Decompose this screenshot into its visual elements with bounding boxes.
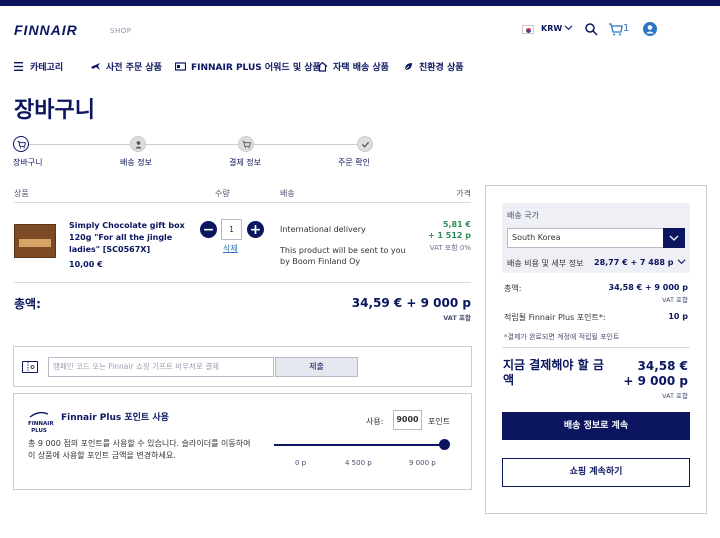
item-price-eur: 5,81 € (442, 220, 471, 229)
house-icon (317, 61, 328, 72)
finnair-plus-description: 총 9 000 점의 포인트를 사용할 수 있습니다. 슬라이더를 이동하여 이… (28, 439, 251, 460)
product-thumbnail[interactable] (14, 224, 56, 258)
col-header-price: 가격 (456, 189, 471, 198)
cart-icon[interactable] (608, 21, 624, 37)
finnair-plus-logo: FINNAIR PLUS (28, 410, 54, 435)
points-earned-label: 적립될 Finnair Plus 포인트*: (504, 313, 606, 322)
chevron-down-icon (669, 235, 679, 241)
divider (14, 202, 471, 203)
continue-to-shipping-button[interactable]: 배송 정보로 계속 (502, 412, 690, 440)
total-value: 34,59 € + 9 000 p (351, 296, 471, 310)
shipping-method: International delivery (280, 225, 366, 234)
step-cart-icon (13, 136, 29, 152)
summary-total-label: 총액: (504, 284, 522, 293)
step-confirm-icon (357, 136, 373, 152)
step-payment-icon (238, 136, 254, 152)
slider-tick-min: 0 p (295, 459, 307, 467)
user-avatar-icon[interactable] (643, 22, 657, 36)
pay-now-eur: 34,58 € (637, 359, 688, 373)
search-icon[interactable] (584, 22, 598, 36)
step-label-payment: 결제 정보 (229, 158, 261, 167)
progress-line (22, 144, 365, 145)
col-header-product: 상품 (14, 189, 29, 198)
step-shipping-icon (130, 136, 146, 152)
pay-now-vat: VAT 포함 (662, 392, 688, 400)
step-label-shipping: 배송 정보 (120, 158, 152, 167)
nav-eco-products[interactable]: 친환경 상품 (403, 60, 464, 73)
korea-flag-icon[interactable] (522, 25, 534, 34)
summary-total-vat: VAT 포함 (662, 296, 688, 304)
nav-preorder[interactable]: 사전 주문 상품 (90, 60, 162, 73)
nav-label: 친환경 상품 (419, 63, 464, 73)
nav-label: 사전 주문 상품 (106, 63, 162, 73)
finnair-logo[interactable]: FINNAIR (14, 22, 78, 38)
points-use-label: 사용: (366, 417, 384, 426)
step-label-cart: 장바구니 (13, 158, 43, 167)
finnair-plus-title: Finnair Plus 포인트 사용 (61, 413, 169, 423)
quantity-input[interactable]: 1 (221, 219, 242, 240)
nav-home-delivery[interactable]: 자택 배송 상품 (317, 60, 389, 73)
divider (502, 347, 690, 348)
divider (14, 282, 471, 283)
nav-finnair-plus[interactable]: FINNAIR PLUS 어워드 및 상품 (175, 60, 321, 73)
nav-label: 카테고리 (30, 63, 64, 73)
points-note: *결제가 완료되면 계정에 적립될 포인트 (504, 333, 620, 341)
leaf-icon (404, 63, 412, 71)
chevron-down-icon[interactable] (564, 23, 573, 34)
country-dropdown-button[interactable] (663, 228, 685, 248)
item-vat: VAT 포함 0% (429, 244, 471, 252)
slider-tick-max: 9 000 p (409, 459, 436, 467)
col-header-quantity: 수량 (215, 189, 230, 198)
chevron-down-icon[interactable] (677, 257, 686, 268)
points-slider-handle[interactable] (439, 439, 450, 450)
continue-shopping-button[interactable]: 쇼핑 계속하기 (502, 458, 690, 487)
shop-label: SHOP (110, 27, 132, 35)
top-brand-bar (0, 0, 720, 6)
summary-total-value: 34,58 € + 9 000 p (608, 283, 689, 292)
col-header-shipping: 배송 (280, 189, 295, 198)
total-label: 총액: (14, 297, 41, 311)
airplane-icon (91, 63, 100, 70)
nav-categories[interactable]: 카테고리 (14, 60, 63, 73)
finnair-plus-logo-text: FINNAIR PLUS (28, 421, 54, 434)
points-unit-label: 포인트 (428, 417, 451, 426)
promo-code-input[interactable]: 캠페인 코드 또는 Finnair 쇼핑 기프트 바우처로 결제 (48, 357, 274, 377)
pay-now-label: 지금 결제해야 할 금액 (503, 358, 604, 387)
quantity-increase-button[interactable]: + (247, 221, 264, 238)
country-select[interactable]: South Korea (507, 228, 685, 248)
points-slider-track[interactable] (274, 444, 449, 446)
step-label-confirm: 주문 확인 (338, 158, 370, 167)
cart-count[interactable]: 1 (623, 23, 629, 34)
submit-promo-button[interactable]: 제출 (275, 357, 358, 377)
total-vat: VAT 포함 (443, 314, 471, 322)
points-earned-value: 10 p (668, 312, 688, 321)
card-icon (175, 62, 186, 71)
quantity-decrease-button[interactable]: − (200, 221, 217, 238)
nav-label: 자택 배송 상품 (333, 63, 389, 73)
voucher-icon (22, 361, 38, 373)
pay-now-points: + 9 000 p (623, 374, 688, 388)
points-use-input[interactable]: 9000 (393, 410, 422, 430)
delete-item-link[interactable]: 삭제 (223, 243, 238, 254)
page-title: 장바구니 (14, 98, 95, 123)
shipping-cost-value: 28,77 € + 7 488 p (594, 258, 674, 267)
currency-selector[interactable]: KRW (541, 24, 562, 33)
menu-icon (14, 62, 23, 71)
shipping-note: This product will be sent to you by Boom… (280, 246, 406, 266)
product-unit-price: 10,00 € (69, 260, 103, 269)
country-label: 배송 국가 (507, 211, 539, 220)
nav-label: FINNAIR PLUS 어워드 및 상품 (191, 63, 321, 73)
slider-tick-mid: 4 500 p (345, 459, 372, 467)
product-name[interactable]: Simply Chocolate gift box 120g "For all … (69, 220, 194, 256)
shipping-cost-label[interactable]: 배송 비용 및 세부 정보 (507, 258, 583, 269)
item-price-points: + 1 512 p (427, 231, 471, 240)
